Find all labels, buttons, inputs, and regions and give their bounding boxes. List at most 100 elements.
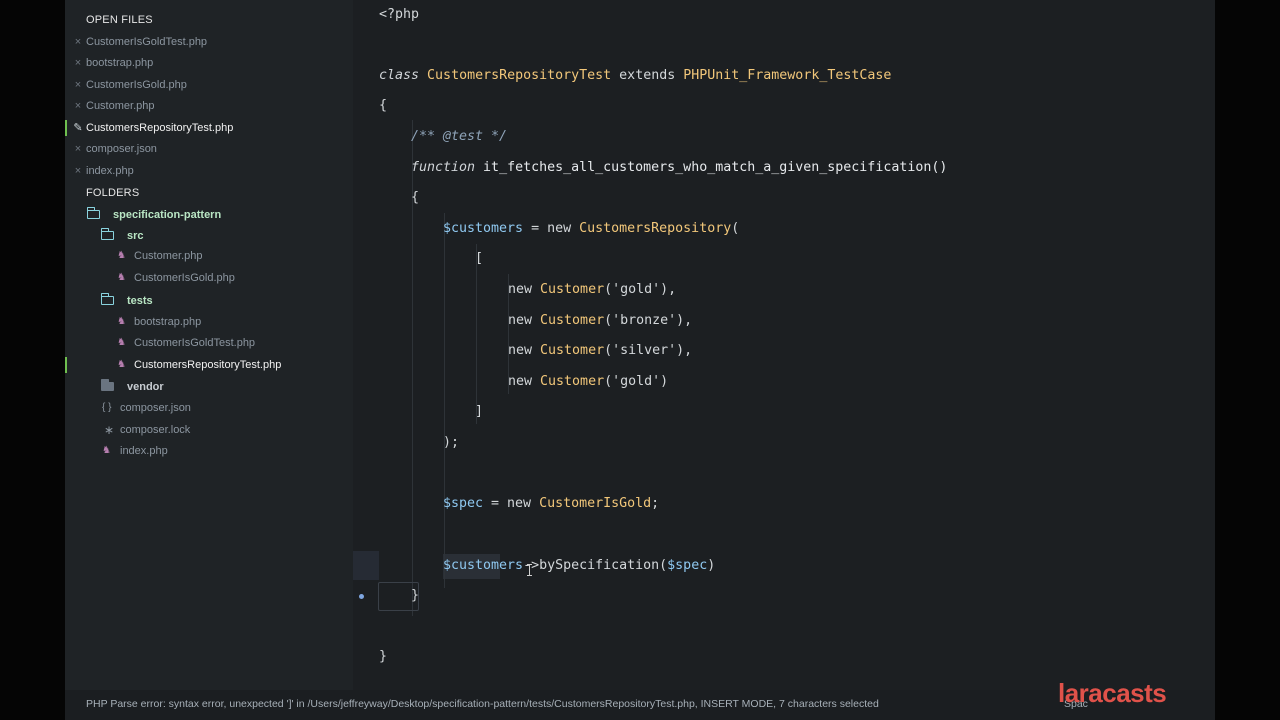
code-line: $customers = new CustomersRepository( (443, 219, 739, 239)
open-file-item[interactable]: × index.php (65, 161, 353, 181)
code-line: [ (475, 249, 483, 269)
asterisk-icon: ∗ (104, 423, 115, 437)
open-file-label: CustomerIsGold.php (86, 79, 187, 91)
class-name: Customer (540, 282, 605, 297)
folders-header: FOLDERS (86, 187, 140, 199)
tree-file-label: CustomerIsGold.php (134, 272, 235, 284)
code-line: <?php (379, 5, 419, 25)
code-line: new Customer('gold'), (508, 280, 676, 300)
string-arg: ('bronze'), (604, 313, 693, 328)
gutter-modified-dot (359, 594, 364, 599)
code-text: ; (651, 496, 660, 511)
code-line: new Customer('gold') (508, 372, 668, 392)
php-open-tag: <?php (379, 7, 420, 22)
laracasts-watermark: laracasts (1058, 678, 1167, 708)
code-line: new Customer('bronze'), (508, 311, 692, 331)
folder-icon (101, 379, 114, 391)
video-frame-left (0, 0, 65, 720)
variable: $customers (443, 221, 524, 236)
tree-folder-vendor[interactable]: vendor (65, 377, 353, 397)
open-files-header: OPEN FILES (86, 14, 153, 26)
keyword: extends (611, 68, 684, 83)
code-line: new Customer('silver'), (508, 341, 692, 361)
code-text: ( (731, 221, 740, 236)
close-icon[interactable]: × (73, 53, 83, 73)
status-message: PHP Parse error: syntax error, unexpecte… (86, 698, 879, 710)
php-elephant-icon: ♞ (117, 250, 126, 261)
ibeam-cursor-icon (527, 564, 532, 576)
string-arg: ('gold') (604, 374, 669, 389)
tree-file[interactable]: ♞ bootstrap.php (65, 312, 353, 332)
open-file-item-active[interactable]: ✎ CustomersRepositoryTest.php (65, 118, 353, 138)
code-text: ) (707, 558, 716, 573)
tree-file-active[interactable]: ♞ CustomersRepositoryTest.php (65, 355, 353, 375)
tree-file[interactable]: { } composer.json (65, 398, 353, 418)
indent-guide (444, 213, 445, 588)
brace: { (379, 98, 388, 113)
close-icon[interactable]: × (73, 75, 83, 95)
php-elephant-icon: ♞ (117, 316, 126, 327)
code-line: /** @test */ (411, 127, 507, 147)
keyword: function (411, 160, 476, 175)
code-editor[interactable]: <?php class CustomersRepositoryTest exte… (353, 0, 1215, 690)
folder-icon (87, 207, 100, 219)
open-file-label: Customer.php (86, 100, 155, 112)
brace: } (379, 649, 388, 664)
code-line: { (379, 96, 387, 116)
class-name: Customer (540, 343, 605, 358)
tree-file[interactable]: ♞ CustomerIsGold.php (65, 268, 353, 288)
class-name: CustomerIsGold (539, 496, 652, 511)
php-elephant-icon: ♞ (117, 337, 126, 348)
tree-folder-src[interactable]: src (65, 226, 353, 246)
open-file-item[interactable]: × composer.json (65, 139, 353, 159)
open-file-item[interactable]: × CustomerIsGoldTest.php (65, 32, 353, 52)
code-line: $spec = new CustomerIsGold; (443, 494, 659, 514)
code-line: } (379, 647, 387, 667)
code-line: ] (475, 402, 483, 422)
code-line: class CustomersRepositoryTest extends PH… (379, 66, 891, 86)
string-arg: ('gold'), (604, 282, 677, 297)
tree-folder-tests[interactable]: tests (65, 291, 353, 311)
close-icon[interactable]: × (73, 96, 83, 116)
sidebar: OPEN FILES × CustomerIsGoldTest.php × bo… (65, 0, 353, 690)
active-marker (65, 357, 67, 373)
active-marker (65, 120, 67, 136)
php-elephant-icon: ♞ (117, 359, 126, 370)
class-name: CustomersRepositoryTest (427, 68, 612, 83)
close-icon[interactable]: × (73, 139, 83, 159)
variable: $customers (443, 558, 524, 573)
keyword: class (379, 68, 420, 83)
open-file-item[interactable]: × CustomerIsGold.php (65, 75, 353, 95)
json-braces-icon: { } (102, 402, 112, 413)
tree-file-label: bootstrap.php (134, 316, 202, 328)
keyword: new (508, 374, 541, 389)
code-line: $customers->bySpecification($spec) (443, 556, 715, 576)
indent-guide (476, 244, 477, 424)
tree-file[interactable]: ♞ Customer.php (65, 246, 353, 266)
tree-folder-root[interactable]: specification-pattern (65, 205, 353, 225)
open-file-item[interactable]: × Customer.php (65, 96, 353, 116)
variable: $spec (443, 496, 484, 511)
keyword: new (508, 343, 541, 358)
brace: } (411, 588, 420, 603)
tree-file-label: CustomerIsGoldTest.php (134, 337, 256, 349)
class-name: Customer (540, 313, 605, 328)
open-file-item[interactable]: × bootstrap.php (65, 53, 353, 73)
video-frame-right (1215, 0, 1280, 720)
open-file-label: bootstrap.php (86, 57, 154, 69)
close-icon[interactable]: × (73, 161, 83, 181)
close-icon[interactable]: × (73, 32, 83, 52)
open-file-label: CustomersRepositoryTest.php (86, 122, 234, 134)
tree-file[interactable]: ♞ index.php (65, 441, 353, 461)
tree-file[interactable]: ∗ composer.lock (65, 420, 353, 440)
code-line: } (411, 586, 419, 606)
tree-file-label: composer.json (120, 402, 191, 414)
tree-file-label: composer.lock (120, 424, 191, 436)
code-text: ] (475, 404, 484, 419)
code-text: = new (523, 221, 580, 236)
tree-file-label: Customer.php (134, 250, 203, 262)
tree-file-label: index.php (120, 445, 168, 457)
tree-file[interactable]: ♞ CustomerIsGoldTest.php (65, 333, 353, 353)
string-arg: ('silver'), (604, 343, 693, 358)
variable: $spec (667, 558, 708, 573)
